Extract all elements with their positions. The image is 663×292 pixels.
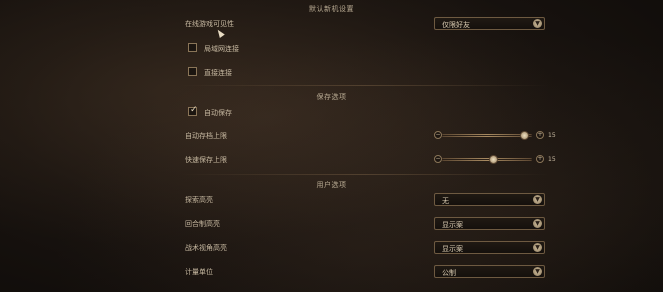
search-highlight-label: 探索高亮 [185, 196, 213, 204]
lan-connection-checkbox[interactable] [188, 43, 197, 52]
chevron-down-icon: ▼ [533, 267, 542, 276]
direct-connection-checkbox[interactable] [188, 67, 197, 76]
background-haze [0, 0, 663, 292]
quick-save-limit-increase-button[interactable]: + [536, 155, 544, 163]
chevron-down-icon: ▼ [533, 19, 542, 28]
measurement-units-value: 公制 [442, 269, 456, 277]
quick-save-limit-label: 快速保存上限 [185, 156, 227, 164]
online-visibility-label: 在线游戏可见性 [185, 20, 234, 28]
auto-save-checkbox[interactable] [188, 105, 198, 116]
tactical-highlight-label: 战术视角高亮 [185, 244, 227, 252]
auto-save-limit-slider-handle[interactable] [519, 131, 529, 140]
search-highlight-value: 无 [442, 197, 449, 205]
turn-based-highlight-label: 回合制高亮 [185, 220, 220, 228]
section-title-default-host: 默认新机设置 [309, 5, 354, 13]
chevron-down-icon: ▼ [533, 195, 542, 204]
quick-save-limit-slider-handle[interactable] [488, 155, 498, 164]
auto-save-limit-label: 自动存档上限 [185, 132, 227, 140]
quick-save-limit-decrease-button[interactable]: − [434, 155, 442, 163]
measurement-units-dropdown[interactable]: 公制 ▼ [434, 265, 545, 278]
section-title-user: 用户选项 [316, 181, 347, 189]
section-divider [180, 85, 550, 86]
section-divider [180, 174, 550, 175]
turn-based-highlight-value: 显示案 [442, 221, 463, 229]
auto-save-label: 自动保存 [204, 109, 232, 117]
online-visibility-dropdown[interactable]: 仅限好友 ▼ [434, 17, 545, 30]
lan-connection-label: 局域网连接 [204, 45, 239, 53]
tactical-highlight-dropdown[interactable]: 显示案 ▼ [434, 241, 545, 254]
online-visibility-value: 仅限好友 [442, 21, 470, 29]
tactical-highlight-value: 显示案 [442, 245, 463, 253]
direct-connection-label: 直接连接 [204, 69, 232, 77]
measurement-units-label: 计量单位 [185, 268, 213, 276]
chevron-down-icon: ▼ [533, 243, 542, 252]
mouse-cursor-icon [215, 28, 225, 38]
auto-save-limit-slider[interactable] [442, 131, 532, 140]
auto-save-limit-decrease-button[interactable]: − [434, 131, 442, 139]
turn-based-highlight-dropdown[interactable]: 显示案 ▼ [434, 217, 545, 230]
auto-save-limit-value: 15 [548, 132, 556, 139]
auto-save-limit-increase-button[interactable]: + [536, 131, 544, 139]
quick-save-limit-value: 15 [548, 156, 556, 163]
chevron-down-icon: ▼ [533, 219, 542, 228]
section-title-save: 保存选项 [316, 93, 347, 101]
search-highlight-dropdown[interactable]: 无 ▼ [434, 193, 545, 206]
quick-save-limit-slider[interactable] [442, 155, 532, 164]
